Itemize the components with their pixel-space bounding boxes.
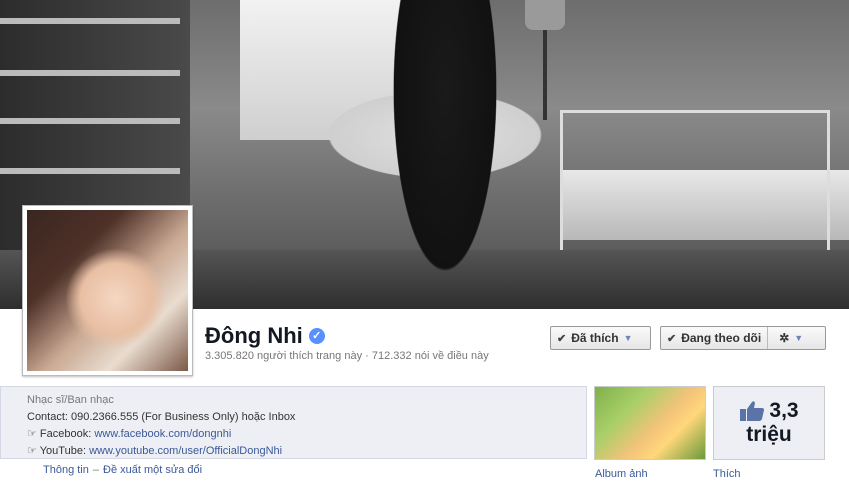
likes-tile-label[interactable]: Thích — [713, 468, 741, 480]
facebook-line: ☞ Facebook: www.facebook.com/dongnhi — [27, 426, 560, 443]
likes-tile-number: 3,3 — [769, 399, 799, 422]
checkmark-icon: ✔ — [667, 332, 677, 345]
checkmark-icon: ✔ — [557, 332, 567, 345]
caret-down-icon: ▼ — [794, 333, 804, 343]
talking-count: 712.332 — [371, 350, 412, 362]
link-separator: – — [92, 464, 99, 476]
profile-photo — [27, 210, 188, 371]
photo-album-thumbnail[interactable] — [594, 386, 706, 460]
liked-button[interactable]: ✔ Đã thích ▼ — [550, 326, 651, 350]
cover-bed-frame — [560, 110, 830, 270]
likes-tile-unit: triệu — [746, 423, 792, 446]
photo-album-label[interactable]: Album ảnh — [595, 468, 648, 480]
about-box: Nhạc sĩ/Ban nhạc Contact: 090.2366.555 (… — [0, 386, 587, 459]
likes-tile-top: 3,3 — [739, 399, 799, 423]
verified-check-icon: ✓ — [308, 328, 325, 344]
contact-line: Contact: 090.2366.555 (For Business Only… — [27, 411, 296, 423]
talking-suffix: nói về điều này — [414, 350, 489, 362]
profile-picture[interactable] — [22, 205, 193, 376]
page-stats: 3.305.820 người thích trang này · 712.33… — [205, 350, 489, 362]
shelf-board — [0, 168, 180, 174]
stats-separator: · — [365, 350, 369, 362]
settings-dropdown-button[interactable]: ✲ ▼ — [773, 327, 809, 349]
cover-figure-man — [385, 0, 505, 300]
thumbs-up-icon — [740, 401, 765, 421]
shelf-board — [0, 18, 180, 24]
following-button-label: Đang theo dõi — [681, 331, 762, 345]
likes-suffix: người thích trang này — [257, 350, 363, 362]
info-link[interactable]: Thông tin — [43, 464, 89, 476]
facebook-link[interactable]: www.facebook.com/dongnhi — [94, 428, 231, 440]
shelf-board — [0, 118, 180, 124]
youtube-prefix: ☞ YouTube: — [27, 445, 87, 457]
page-title-row: Đông Nhi ✓ — [205, 323, 325, 349]
liked-button-label: Đã thích — [571, 331, 619, 345]
shelf-board — [0, 70, 180, 76]
caret-down-icon: ▼ — [623, 333, 633, 343]
following-button[interactable]: ✔ Đang theo dõi ✲ ▼ — [660, 326, 826, 350]
facebook-prefix: ☞ Facebook: — [27, 428, 92, 440]
likes-tile[interactable]: 3,3 triệu — [713, 386, 825, 460]
likes-count: 3.305.820 — [205, 350, 254, 362]
gear-icon: ✲ — [779, 331, 790, 345]
following-button-main[interactable]: ✔ Đang theo dõi — [661, 327, 769, 349]
about-links: Thông tin – Đề xuất một sửa đổi — [43, 464, 202, 476]
page-category[interactable]: Nhạc sĩ/Ban nhạc — [27, 392, 560, 409]
suggest-edit-link[interactable]: Đề xuất một sửa đổi — [103, 464, 202, 476]
youtube-line: ☞ YouTube: www.youtube.com/user/Official… — [27, 443, 560, 460]
youtube-link[interactable]: www.youtube.com/user/OfficialDongNhi — [89, 445, 282, 457]
cover-lamp-shade — [525, 0, 565, 30]
page-title[interactable]: Đông Nhi — [205, 323, 303, 349]
